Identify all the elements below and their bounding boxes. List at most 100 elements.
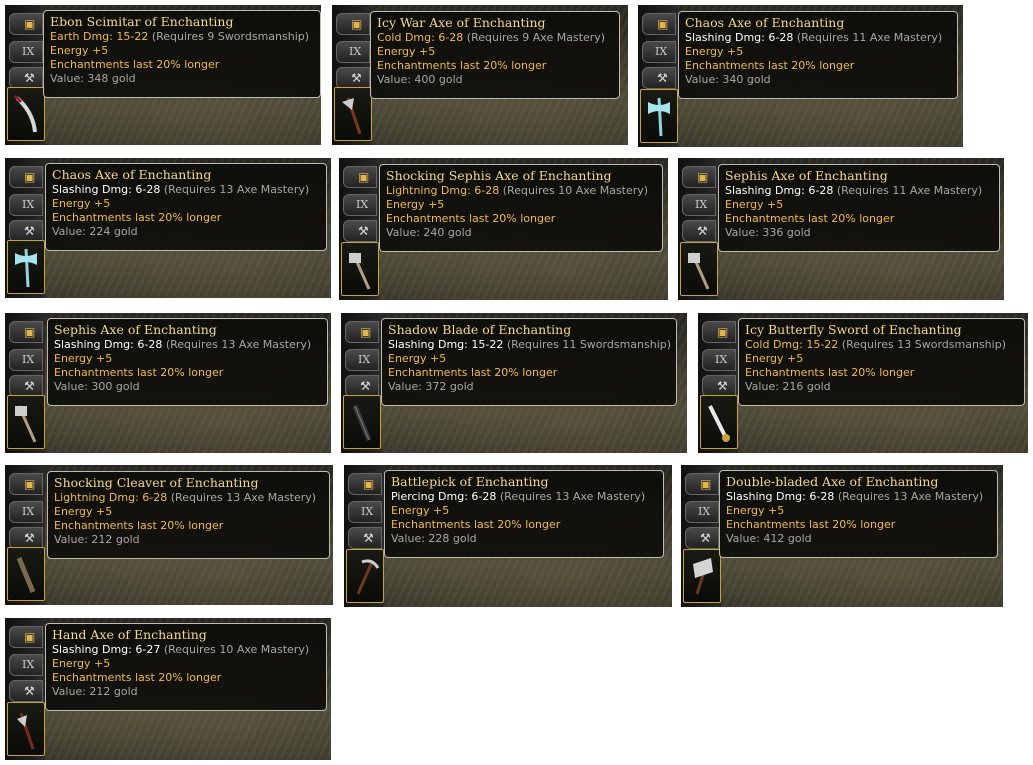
tab-ix[interactable]: IX	[9, 349, 43, 371]
tab-chest[interactable]: ▣	[343, 166, 377, 188]
shadow-blade-icon	[352, 405, 372, 441]
item-value: Value: 224 gold	[52, 225, 138, 238]
weapon-slot[interactable]	[346, 549, 384, 603]
tab-hammer[interactable]: ⚒	[685, 527, 719, 549]
chaos-axe-icon	[648, 97, 670, 137]
damage-stat: Cold Dmg: 6-28	[377, 31, 464, 44]
tab-hammer[interactable]: ⚒	[9, 375, 43, 397]
tab-hammer[interactable]: ⚒	[336, 67, 370, 89]
item-name: Sephis Axe of Enchanting	[725, 168, 888, 183]
tab-ix[interactable]: IX	[348, 501, 382, 523]
tab-hammer[interactable]: ⚒	[9, 680, 43, 702]
tab-hammer[interactable]: ⚒	[642, 67, 676, 89]
weapon-slot[interactable]	[343, 395, 381, 449]
item-tooltip: Chaos Axe of Enchanting Slashing Dmg: 6-…	[45, 163, 327, 251]
tab-ix[interactable]: IX	[642, 41, 676, 63]
tab-chest[interactable]: ▣	[702, 321, 736, 343]
item-name: Double-bladed Axe of Enchanting	[726, 474, 939, 489]
tab-ix[interactable]: IX	[682, 194, 716, 216]
tab-ix[interactable]: IX	[9, 501, 43, 523]
item-tooltip: Icy Butterfly Sword of Enchanting Cold D…	[738, 318, 1025, 406]
tab-ix[interactable]: IX	[343, 194, 377, 216]
weapon-slot[interactable]	[7, 240, 45, 294]
chest-icon: ▣	[358, 170, 370, 184]
tab-chest[interactable]: ▣	[9, 321, 43, 343]
item-screenshot: ▣ IX ⚒ Shadow Blade of Enchanting Slashi…	[341, 313, 687, 453]
tab-ix-label: IX	[655, 45, 668, 58]
hammer-icon: ⚒	[24, 379, 35, 393]
damage-stat: Slashing Dmg: 6-28	[726, 490, 835, 503]
weapon-slot[interactable]	[7, 395, 45, 449]
weapon-slot[interactable]	[7, 702, 45, 756]
hammer-icon: ⚒	[363, 531, 374, 545]
enchant-bonus: Enchantments last 20% longer	[725, 212, 895, 225]
tab-chest[interactable]: ▣	[348, 473, 382, 495]
item-screenshot: ▣ IX ⚒ Icy Butterfly Sword of Enchanting…	[698, 313, 1028, 453]
tab-chest[interactable]: ▣	[685, 473, 719, 495]
tab-hammer[interactable]: ⚒	[9, 67, 43, 89]
item-tooltip: Double-bladed Axe of Enchanting Slashing…	[719, 470, 998, 558]
tab-hammer[interactable]: ⚒	[348, 527, 382, 549]
tab-ix-label: IX	[695, 198, 708, 211]
energy-bonus: Energy +5	[391, 504, 450, 517]
battlepick-icon	[356, 559, 380, 595]
chest-icon: ▣	[24, 170, 36, 184]
tab-hammer[interactable]: ⚒	[9, 527, 43, 549]
item-value: Value: 300 gold	[54, 380, 140, 393]
tab-chest[interactable]: ▣	[9, 473, 43, 495]
chest-icon: ▣	[24, 477, 36, 491]
tab-ix[interactable]: IX	[336, 41, 370, 63]
weapon-slot[interactable]	[334, 87, 372, 141]
item-screenshot: ▣ IX ⚒ Battlepick of Enchanting Piercing…	[344, 465, 672, 607]
tab-chest[interactable]: ▣	[9, 166, 43, 188]
item-tooltip: Ebon Scimitar of Enchanting Earth Dmg: 1…	[43, 10, 321, 98]
energy-bonus: Energy +5	[52, 197, 111, 210]
energy-bonus: Energy +5	[54, 505, 113, 518]
tab-hammer[interactable]: ⚒	[9, 220, 43, 242]
tab-chest[interactable]: ▣	[345, 321, 379, 343]
tab-ix[interactable]: IX	[702, 349, 736, 371]
double-bladed-axe-icon	[693, 558, 713, 595]
tab-chest[interactable]: ▣	[9, 626, 43, 648]
weapon-slot[interactable]	[680, 242, 718, 296]
sephis-axe-icon	[15, 405, 37, 443]
enchant-bonus: Enchantments last 20% longer	[50, 58, 220, 71]
damage-stat: Cold Dmg: 15-22	[745, 338, 839, 351]
item-tooltip: Shocking Cleaver of Enchanting Lightning…	[47, 471, 330, 559]
tab-ix[interactable]: IX	[685, 501, 719, 523]
tab-ix[interactable]: IX	[345, 349, 379, 371]
chest-icon: ▣	[24, 325, 36, 339]
tab-ix-label: IX	[349, 45, 362, 58]
tab-hammer[interactable]: ⚒	[702, 375, 736, 397]
weapon-slot[interactable]	[683, 549, 721, 603]
item-value: Value: 412 gold	[726, 532, 812, 545]
item-screenshot: ▣ IX ⚒ Ebon Scimitar of Enchanting Earth…	[5, 5, 321, 145]
item-name: Shadow Blade of Enchanting	[388, 322, 572, 337]
tab-chest[interactable]: ▣	[642, 13, 676, 35]
tab-hammer[interactable]: ⚒	[345, 375, 379, 397]
requirement: (Requires 13 Swordsmanship)	[841, 338, 1006, 351]
requirement: (Requires 13 Axe Mastery)	[165, 338, 312, 351]
tab-ix[interactable]: IX	[9, 194, 43, 216]
weapon-slot[interactable]	[341, 242, 379, 296]
enchant-bonus: Enchantments last 20% longer	[377, 59, 547, 72]
item-screenshot: ▣ IX ⚒ Hand Axe of Enchanting Slashing D…	[5, 618, 331, 760]
weapon-slot[interactable]	[700, 395, 738, 449]
weapon-slot[interactable]	[7, 547, 45, 601]
item-name: Hand Axe of Enchanting	[52, 627, 207, 642]
tab-ix-label: IX	[356, 198, 369, 211]
cleaver-icon	[16, 557, 36, 593]
tab-ix[interactable]: IX	[9, 41, 43, 63]
tab-ix[interactable]: IX	[9, 654, 43, 676]
chest-icon: ▣	[24, 630, 36, 644]
requirement: (Requires 13 Axe Mastery)	[170, 491, 317, 504]
tab-hammer[interactable]: ⚒	[343, 220, 377, 242]
weapon-slot[interactable]	[7, 87, 45, 141]
tab-chest[interactable]: ▣	[336, 13, 370, 35]
tab-chest[interactable]: ▣	[9, 13, 43, 35]
tab-ix-label: IX	[22, 353, 35, 366]
tab-hammer[interactable]: ⚒	[682, 220, 716, 242]
tab-chest[interactable]: ▣	[682, 166, 716, 188]
enchant-bonus: Enchantments last 20% longer	[745, 366, 915, 379]
weapon-slot[interactable]	[640, 89, 678, 143]
